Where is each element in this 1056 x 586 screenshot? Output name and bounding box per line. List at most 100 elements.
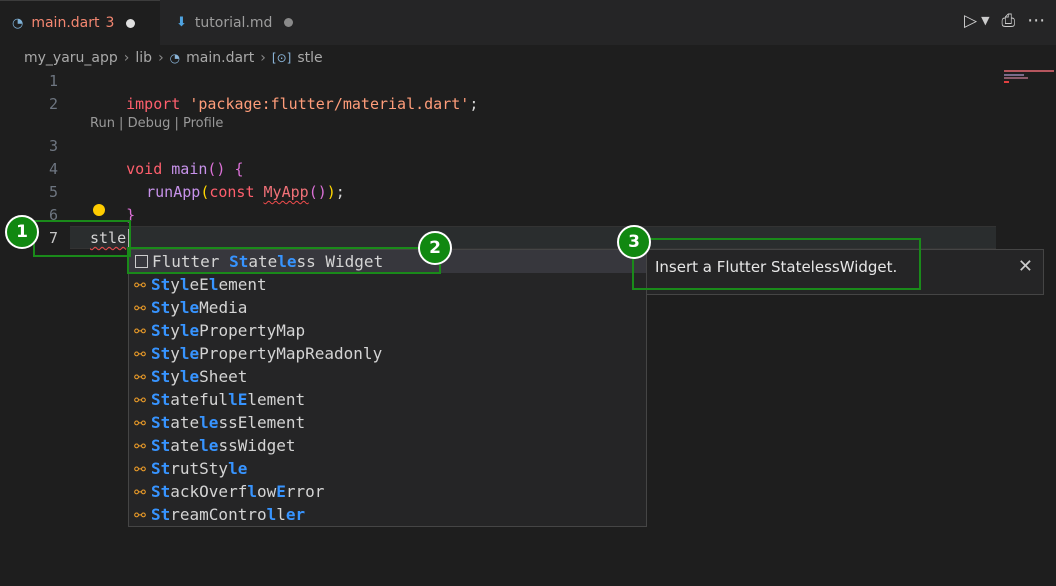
match-highlight: er (285, 505, 306, 524)
suggestion-text: ow (256, 482, 277, 501)
suggestion-item[interactable]: ⚯ StatelessWidget (129, 434, 646, 457)
suggestion-item[interactable]: ⚯ StatelessElement (129, 411, 646, 434)
chevron-down-icon[interactable]: ▼ (981, 14, 989, 27)
match-highlight: St (151, 298, 171, 317)
class-icon: ⚯ (134, 462, 146, 478)
markdown-file-icon: ⬇ (176, 15, 187, 30)
lightbulb-icon[interactable] (93, 204, 105, 216)
match-highlight: l (266, 505, 277, 524)
line-number: 3 (48, 137, 58, 155)
class-icon: ⚯ (134, 416, 146, 432)
suggestion-item[interactable]: ⚯ StrutStyle (129, 457, 646, 480)
chevron-right-icon: › (123, 50, 130, 66)
suggestion-text: lement (247, 390, 306, 409)
tab-label: main.dart (31, 15, 100, 31)
line-number: 5 (48, 183, 58, 201)
punctuation: ( (200, 183, 210, 201)
string-literal: 'package:flutter/material.dart' (189, 95, 470, 113)
breadcrumb-item[interactable]: main.dart (186, 50, 254, 66)
minimap-line (1004, 70, 1054, 72)
symbol-icon: [⊙] (271, 51, 292, 65)
class-icon: ⚯ (134, 278, 146, 294)
match-highlight: St (151, 505, 171, 524)
punctuation: ) (326, 183, 336, 201)
breadcrumb-item[interactable]: lib (135, 50, 152, 66)
suggestion-item[interactable]: ⚯ StreamController (129, 503, 646, 526)
suggestion-text: ateful (170, 390, 229, 409)
match-highlight: St (151, 344, 171, 363)
match-highlight: l (208, 275, 219, 294)
match-highlight: le (199, 413, 219, 432)
match-highlight: le (179, 367, 200, 386)
minimap-line (1004, 77, 1028, 79)
chevron-right-icon: › (158, 50, 164, 66)
suggestion-item[interactable]: ⚯ StylePropertyMap (129, 319, 646, 342)
match-highlight: St (151, 482, 171, 501)
annotation-badge-3: 3 (617, 225, 651, 259)
class-icon: ⚯ (134, 301, 146, 317)
minimap[interactable] (1000, 68, 1056, 586)
suggestion-item[interactable]: ⚯ StyleElement (129, 273, 646, 296)
print-icon[interactable]: ⎙ (1002, 11, 1016, 31)
suggestion-text: PropertyMapReadonly (199, 344, 383, 363)
breadcrumb-item[interactable]: my_yaru_app (24, 50, 118, 66)
more-actions-icon[interactable]: ⋯ (1027, 10, 1045, 31)
punctuation: ; (469, 95, 479, 113)
match-highlight: St (151, 436, 171, 455)
line-number: 2 (48, 95, 58, 113)
suggestion-text: l (276, 505, 286, 524)
suggestion-text: Sheet (199, 367, 248, 386)
class-name: MyApp (263, 183, 309, 201)
class-icon: ⚯ (134, 439, 146, 455)
punctuation: () (308, 183, 327, 201)
run-debug-icon[interactable]: ▷ (964, 11, 977, 31)
match-highlight: St (151, 390, 171, 409)
minimap-line (1004, 81, 1009, 83)
match-highlight: lE (228, 390, 248, 409)
suggestion-text: ssWidget (218, 436, 296, 455)
suggestion-text: Media (199, 298, 248, 317)
suggestion-text: ate (170, 436, 200, 455)
class-icon: ⚯ (134, 324, 146, 340)
suggestion-item[interactable]: ⚯ StylePropertyMapReadonly (129, 342, 646, 365)
unsaved-dot-icon[interactable] (126, 18, 136, 28)
code-line-3: void main() { (90, 135, 243, 178)
match-highlight: E (276, 482, 286, 501)
suggestion-item[interactable]: ⚯ StyleMedia (129, 296, 646, 319)
annotation-box-2 (127, 247, 441, 274)
annotation-box-1 (33, 220, 131, 257)
suggestion-text: reamContro (170, 505, 267, 524)
suggestion-item[interactable]: ⚯ StyleSheet (129, 365, 646, 388)
suggestion-text: PropertyMap (199, 321, 306, 340)
suggestion-item[interactable]: ⚯ StackOverflowError (129, 480, 646, 503)
class-icon: ⚯ (134, 393, 146, 409)
tab-main-dart[interactable]: ◔ main.dart 3 (0, 0, 160, 45)
annotation-box-3 (632, 238, 921, 290)
problem-count-badge: 3 (105, 15, 115, 31)
annotation-badge-1: 1 (5, 215, 39, 249)
suggestion-text: ackOverf (170, 482, 248, 501)
match-highlight: le (179, 298, 200, 317)
suggestion-text: ssElement (218, 413, 306, 432)
tab-tutorial-md[interactable]: ⬇ tutorial.md (164, 0, 314, 45)
annotation-badge-2: 2 (418, 231, 452, 265)
match-highlight: St (151, 459, 171, 478)
unsaved-dot-icon[interactable] (284, 18, 294, 27)
suggestion-text: y (170, 275, 180, 294)
match-highlight: le (179, 321, 200, 340)
minimap-line (1004, 74, 1024, 76)
match-highlight: St (151, 321, 171, 340)
suggestion-list[interactable]: Flutter Stateless Widget ⚯ StyleElement ⚯… (128, 249, 647, 527)
code-lens[interactable]: Run | Debug | Profile (90, 116, 223, 131)
tab-bar: ◔ main.dart 3 ⬇ tutorial.md ▷ ▼ ⎙ ⋯ (0, 0, 1056, 45)
tab-label: tutorial.md (194, 14, 273, 31)
match-highlight: l (179, 275, 190, 294)
suggestion-text: ement (218, 275, 267, 294)
chevron-right-icon: › (260, 50, 266, 66)
suggestion-item[interactable]: ⚯ StatefullElement (129, 388, 646, 411)
code-line-1: import 'package:flutter/material.dart'; (90, 70, 478, 113)
class-icon: ⚯ (134, 508, 146, 524)
dart-file-icon: ◔ (169, 51, 181, 65)
breadcrumb-item[interactable]: stle (297, 50, 322, 66)
match-highlight: le (228, 459, 248, 478)
